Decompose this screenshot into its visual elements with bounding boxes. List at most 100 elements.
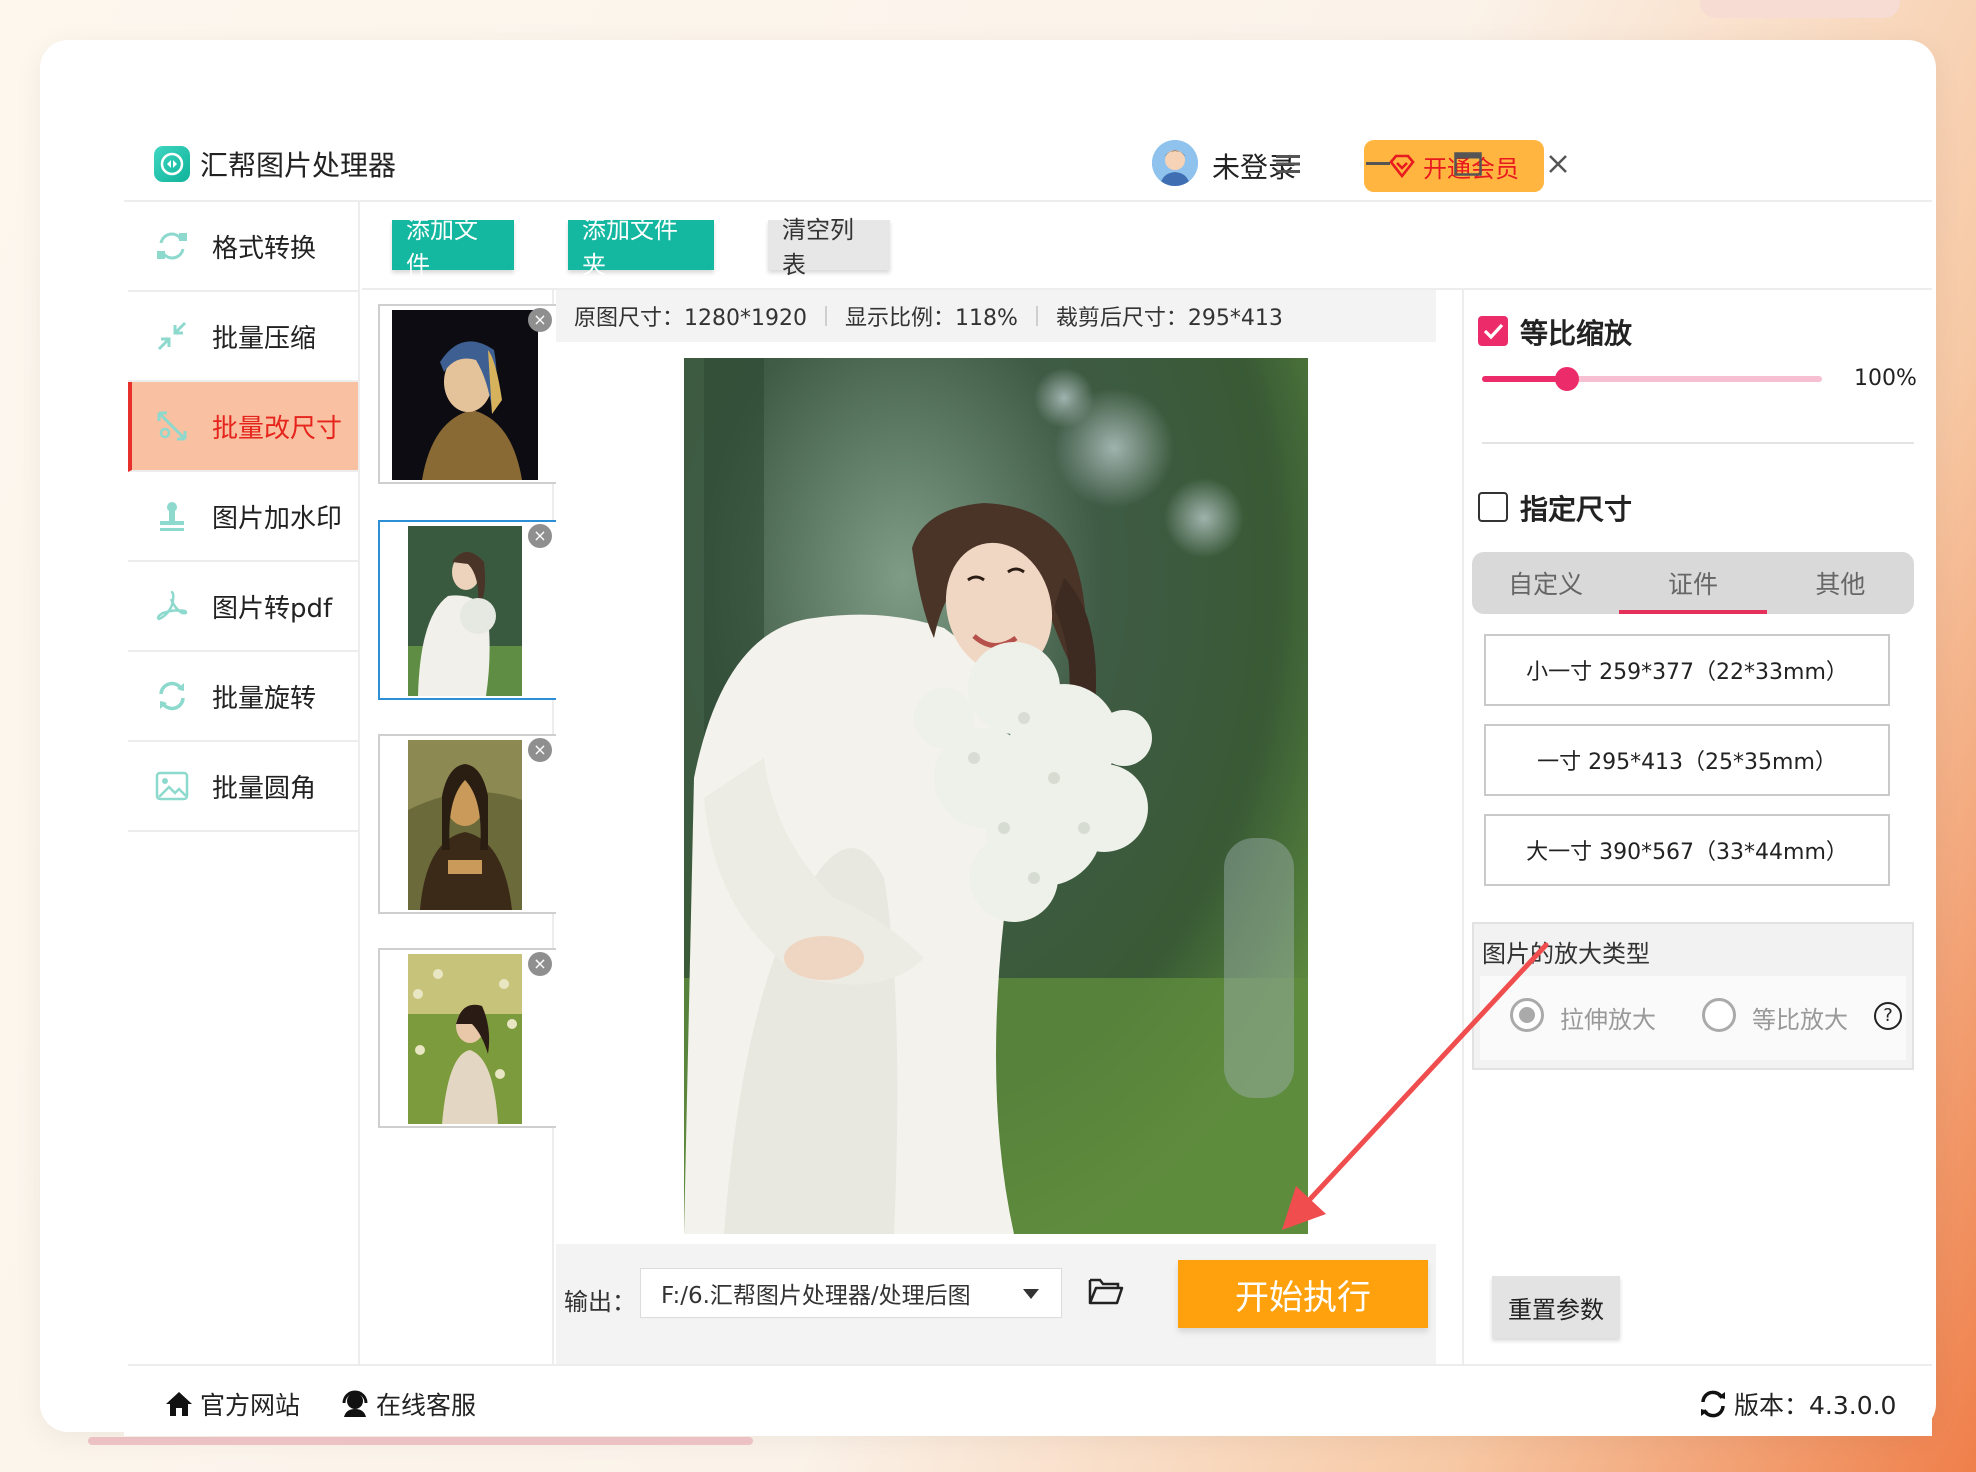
watermark-icon — [154, 498, 190, 534]
sidebar-item-label: 图片加水印 — [212, 503, 343, 534]
app-window: 汇帮图片处理器 未登录 开通会员 格式转换 批量压缩 批量改尺寸 图片加水印 图… — [124, 118, 1932, 1436]
clear-list-button[interactable]: 清空列表 — [768, 216, 890, 279]
resize-icon — [154, 408, 190, 444]
menu-button[interactable] — [1268, 144, 1308, 184]
divider — [824, 306, 827, 326]
remove-thumbnail-button[interactable]: × — [528, 308, 552, 332]
sidebar-item-round-corner[interactable]: 批量圆角 — [128, 742, 358, 832]
online-service-label: 在线客服 — [376, 1391, 477, 1420]
proportional-zoom-radio[interactable] — [1702, 998, 1736, 1032]
version-info[interactable]: 版本：4.3.0.0 — [1698, 1386, 1896, 1422]
size-preset-large-one-inch[interactable]: 大一寸 390*567（33*44mm） — [1484, 814, 1890, 886]
folder-icon — [1088, 1278, 1124, 1305]
sidebar-item-label: 批量压缩 — [212, 323, 317, 354]
image-info-bar: 原图尺寸：1280*1920 显示比例：118% 裁剪后尺寸：295*413 — [556, 290, 1436, 342]
stretch-zoom-radio[interactable] — [1510, 998, 1544, 1032]
size-tabs: 自定义 证件 其他 — [1472, 552, 1914, 614]
sidebar-item-watermark[interactable]: 图片加水印 — [128, 472, 358, 562]
help-icon[interactable]: ? — [1874, 1002, 1902, 1030]
maximize-icon — [1454, 152, 1482, 176]
rotate-icon — [154, 678, 190, 714]
thumbnail-image — [408, 954, 522, 1124]
original-size-text: 原图尺寸：1280*1920 — [574, 306, 807, 331]
output-row: 输出： F:/6.汇帮图片处理器/处理后图 开始执行 — [556, 1244, 1436, 1364]
divider — [1035, 306, 1038, 326]
app-title: 汇帮图片处理器 — [200, 149, 397, 182]
home-icon — [166, 1392, 192, 1416]
remove-thumbnail-button[interactable]: × — [528, 524, 552, 548]
background-tab-hint — [1700, 0, 1900, 18]
tab-id-photo[interactable]: 证件 — [1619, 552, 1767, 614]
minimize-icon — [1366, 162, 1390, 165]
output-path-value: F:/6.汇帮图片处理器/处理后图 — [661, 1283, 971, 1309]
close-icon — [1549, 155, 1567, 173]
sidebar-item-compress[interactable]: 批量压缩 — [128, 292, 358, 382]
sidebar-item-resize[interactable]: 批量改尺寸 — [128, 382, 358, 472]
thumbnail-item[interactable]: × — [378, 734, 558, 914]
thumbnail-image — [408, 740, 522, 910]
footer: 官方网站 在线客服 版本：4.3.0.0 — [128, 1364, 1932, 1436]
sidebar-item-label: 批量改尺寸 — [212, 413, 343, 444]
stretch-zoom-label[interactable]: 拉伸放大 — [1560, 1000, 1656, 1035]
compress-icon — [154, 318, 190, 354]
sidebar-item-label: 图片转pdf — [212, 593, 333, 624]
add-file-button[interactable]: 添加文件 — [392, 216, 514, 279]
tab-other[interactable]: 其他 — [1767, 552, 1914, 614]
proportional-checkbox[interactable] — [1478, 316, 1508, 346]
display-ratio-text: 显示比例：118% — [844, 306, 1018, 331]
proportional-zoom-label[interactable]: 等比放大 — [1752, 1000, 1848, 1035]
reset-button[interactable]: 重置参数 — [1492, 1276, 1620, 1338]
avatar[interactable] — [1152, 140, 1198, 186]
proportional-label: 等比缩放 — [1520, 317, 1633, 350]
official-site-label: 官方网站 — [200, 1391, 301, 1420]
preview-canvas — [556, 342, 1436, 1244]
maximize-button[interactable] — [1448, 144, 1488, 184]
scale-slider-handle[interactable] — [1555, 367, 1579, 391]
sidebar-item-label: 批量圆角 — [212, 773, 317, 804]
pdf-icon — [154, 588, 190, 624]
settings-panel: 等比缩放 100% 指定尺寸 自定义 证件 其他 小一寸 259*377（22*… — [1462, 290, 1932, 1364]
check-icon — [1483, 323, 1504, 340]
sidebar-item-format-convert[interactable]: 格式转换 — [128, 202, 358, 292]
close-button[interactable] — [1538, 144, 1578, 184]
official-site-link[interactable]: 官方网站 — [164, 1386, 300, 1422]
specify-size-checkbox[interactable] — [1478, 492, 1508, 522]
open-folder-button[interactable] — [1088, 1276, 1124, 1308]
background-scroll-hint — [88, 1437, 753, 1445]
start-button[interactable]: 开始执行 — [1178, 1260, 1428, 1328]
size-preset-small-one-inch[interactable]: 小一寸 259*377（22*33mm） — [1484, 634, 1890, 706]
window-card: 汇帮图片处理器 未登录 开通会员 格式转换 批量压缩 批量改尺寸 图片加水印 图… — [40, 40, 1936, 1436]
thumbnail-item[interactable]: × — [378, 948, 558, 1128]
remove-thumbnail-button[interactable]: × — [528, 952, 552, 976]
divider — [1482, 442, 1914, 444]
cropped-size-text: 裁剪后尺寸：295*413 — [1055, 306, 1283, 331]
output-path-select[interactable]: F:/6.汇帮图片处理器/处理后图 — [640, 1268, 1062, 1318]
scale-slider[interactable] — [1482, 367, 1822, 391]
thumbnail-image — [392, 310, 538, 480]
headset-icon — [342, 1390, 368, 1417]
hamburger-icon — [1276, 155, 1300, 173]
zoom-type-options: 拉伸放大 等比放大 ? — [1480, 976, 1906, 1060]
round-corner-icon — [154, 768, 190, 804]
title-bar: 汇帮图片处理器 未登录 开通会员 — [124, 118, 1932, 202]
thumbnail-list: × × × × — [362, 290, 558, 1364]
add-folder-button[interactable]: 添加文件夹 — [568, 216, 714, 279]
zoom-type-title: 图片的放大类型 — [1482, 940, 1650, 968]
format-convert-icon — [154, 228, 190, 264]
online-service-link[interactable]: 在线客服 — [340, 1386, 476, 1422]
thumbnail-item-selected[interactable]: × — [378, 520, 558, 700]
thumbnail-item[interactable]: × — [378, 304, 558, 484]
toolbar: 添加文件 添加文件夹 清空列表 — [362, 202, 1932, 290]
preview-area: 原图尺寸：1280*1920 显示比例：118% 裁剪后尺寸：295*413 输… — [556, 290, 1436, 1364]
sidebar-item-rotate[interactable]: 批量旋转 — [128, 652, 358, 742]
sidebar-item-pdf[interactable]: 图片转pdf — [128, 562, 358, 652]
remove-thumbnail-button[interactable]: × — [528, 738, 552, 762]
tab-custom[interactable]: 自定义 — [1472, 552, 1619, 614]
scale-percent: 100% — [1854, 366, 1917, 391]
minimize-button[interactable] — [1358, 144, 1398, 184]
refresh-icon — [1701, 1390, 1725, 1418]
app-logo-icon — [154, 146, 190, 182]
sidebar-item-label: 格式转换 — [212, 233, 317, 264]
specify-size-label: 指定尺寸 — [1520, 493, 1633, 526]
size-preset-one-inch[interactable]: 一寸 295*413（25*35mm） — [1484, 724, 1890, 796]
